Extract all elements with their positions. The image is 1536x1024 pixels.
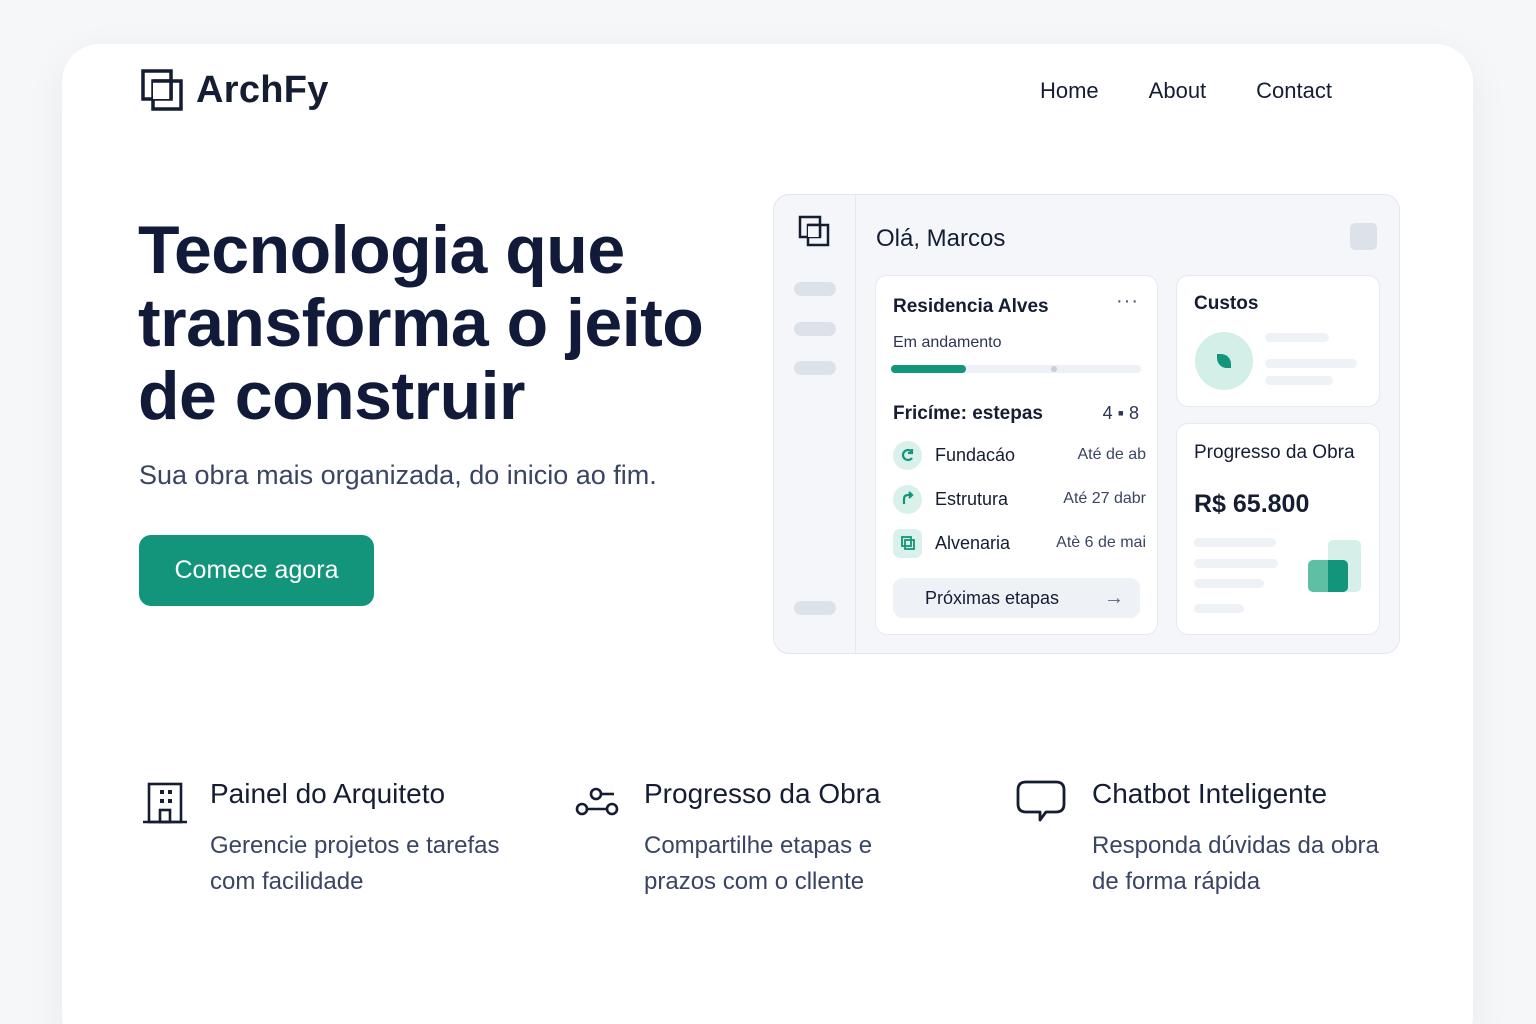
feature-desc-line: de forma rápida xyxy=(1092,868,1261,895)
dashboard-sidebar xyxy=(774,195,856,653)
feature-description: Gerencie projetos e tarefas com facilida… xyxy=(210,828,530,900)
stage-name: Fundacáo xyxy=(935,444,1016,465)
hero-subtitle: Sua obra mais organizada, do inicio ao f… xyxy=(139,460,657,490)
nav-home[interactable]: Home xyxy=(1040,78,1099,104)
avatar[interactable] xyxy=(1350,223,1377,250)
stage-row[interactable]: Alvenaria Atè 6 de mai xyxy=(893,528,1146,558)
placeholder-line xyxy=(1265,333,1329,342)
hero-title-line-2: transforma o jeito xyxy=(138,285,704,361)
nav-about[interactable]: About xyxy=(1149,78,1207,104)
stage-name: Estrutura xyxy=(935,488,1009,509)
layers-icon xyxy=(893,528,922,558)
next-stages-label: Próximas etapas xyxy=(925,587,1060,608)
brand-name: ArchFy xyxy=(196,68,329,111)
stages-title: Fricíme: estepas xyxy=(893,403,1043,424)
archfy-logo-icon xyxy=(798,215,830,247)
hero-title-line-1: Tecnologia que xyxy=(138,212,625,288)
arrow-right-icon: → xyxy=(1104,586,1124,609)
placeholder-line xyxy=(1194,604,1244,613)
sidebar-item[interactable] xyxy=(794,361,836,375)
progress-card[interactable]: Progresso da Obra R$ 65.800 xyxy=(1176,423,1380,635)
project-card: Residencia Alves ··· Em andamento Fricím… xyxy=(875,275,1158,635)
stage-row[interactable]: Estrutura Até 27 dabr xyxy=(893,484,1146,514)
arrow-up-right-icon xyxy=(893,484,922,514)
stage-date: Até 27 dabr xyxy=(1063,490,1146,507)
placeholder-line xyxy=(1194,579,1264,588)
main-nav: Home About Contact xyxy=(1040,78,1332,104)
feature-desc-line: com facilidade xyxy=(210,868,364,895)
feature-desc-line: Responda dúvidas da obra xyxy=(1092,832,1379,859)
placeholder-line xyxy=(1265,376,1333,385)
dashboard-preview: Olá, Marcos Residencia Alves ··· Em anda… xyxy=(773,194,1400,654)
costs-title: Custos xyxy=(1194,293,1259,314)
placeholder-line xyxy=(1194,559,1278,568)
hero-title-line-3: de construir xyxy=(138,358,525,434)
building-icon xyxy=(143,782,187,824)
project-title: Residencia Alves xyxy=(893,296,1049,317)
more-options-icon[interactable]: ··· xyxy=(1116,290,1139,313)
timeline-nodes-icon xyxy=(575,787,619,816)
archfy-logo-icon xyxy=(141,69,183,111)
project-progress-bar xyxy=(891,365,1141,373)
nav-contact[interactable]: Contact xyxy=(1256,78,1332,104)
stage-date: Atè 6 de mai xyxy=(1056,534,1146,551)
stage-date: Até de ab xyxy=(1077,446,1147,463)
leaf-icon xyxy=(1195,332,1253,390)
feature-title: Painel do Arquiteto xyxy=(210,778,446,809)
sidebar-item[interactable] xyxy=(794,282,836,296)
refresh-icon xyxy=(893,440,922,470)
progress-card-value: R$ 65.800 xyxy=(1194,490,1310,518)
costs-card[interactable]: Custos xyxy=(1176,275,1380,407)
feature-description: Compartilhe etapas e prazos com o cllent… xyxy=(644,828,964,900)
brand-logo[interactable]: ArchFy xyxy=(140,68,329,112)
hero-title: Tecnologia que transforma o jeito de con… xyxy=(138,214,758,433)
feature-desc-line: Compartilhe etapas e xyxy=(644,832,873,859)
sidebar-item[interactable] xyxy=(794,601,836,615)
placeholder-line xyxy=(1265,359,1357,368)
stage-row[interactable]: Fundacáo Até de ab xyxy=(893,440,1146,470)
feature-title: Chatbot Inteligente xyxy=(1092,778,1328,809)
chat-bubble-icon xyxy=(1016,780,1066,822)
progress-card-title: Progresso da Obra xyxy=(1194,442,1355,463)
progress-marker xyxy=(1051,366,1057,372)
feature-desc-line: Gerencie projetos e tarefas xyxy=(210,832,500,859)
placeholder-line xyxy=(1194,538,1276,547)
chart-block-icon xyxy=(1328,560,1348,592)
cta-button[interactable]: Comece agora xyxy=(139,535,374,606)
project-status: Em andamento xyxy=(893,334,1002,351)
dashboard-greeting: Olá, Marcos xyxy=(876,225,1006,252)
feature-desc-line: prazos com o cllente xyxy=(644,868,865,895)
feature-title: Progresso da Obra xyxy=(644,778,881,809)
feature-description: Responda dúvidas da obra de forma rápida xyxy=(1092,828,1412,900)
stage-name: Alvenaria xyxy=(935,532,1011,553)
stages-count: 4 ▪ 8 xyxy=(1102,403,1139,423)
project-progress-fill xyxy=(891,365,966,373)
next-stages-button[interactable]: Próximas etapas → xyxy=(893,578,1140,618)
sidebar-item[interactable] xyxy=(794,322,836,336)
